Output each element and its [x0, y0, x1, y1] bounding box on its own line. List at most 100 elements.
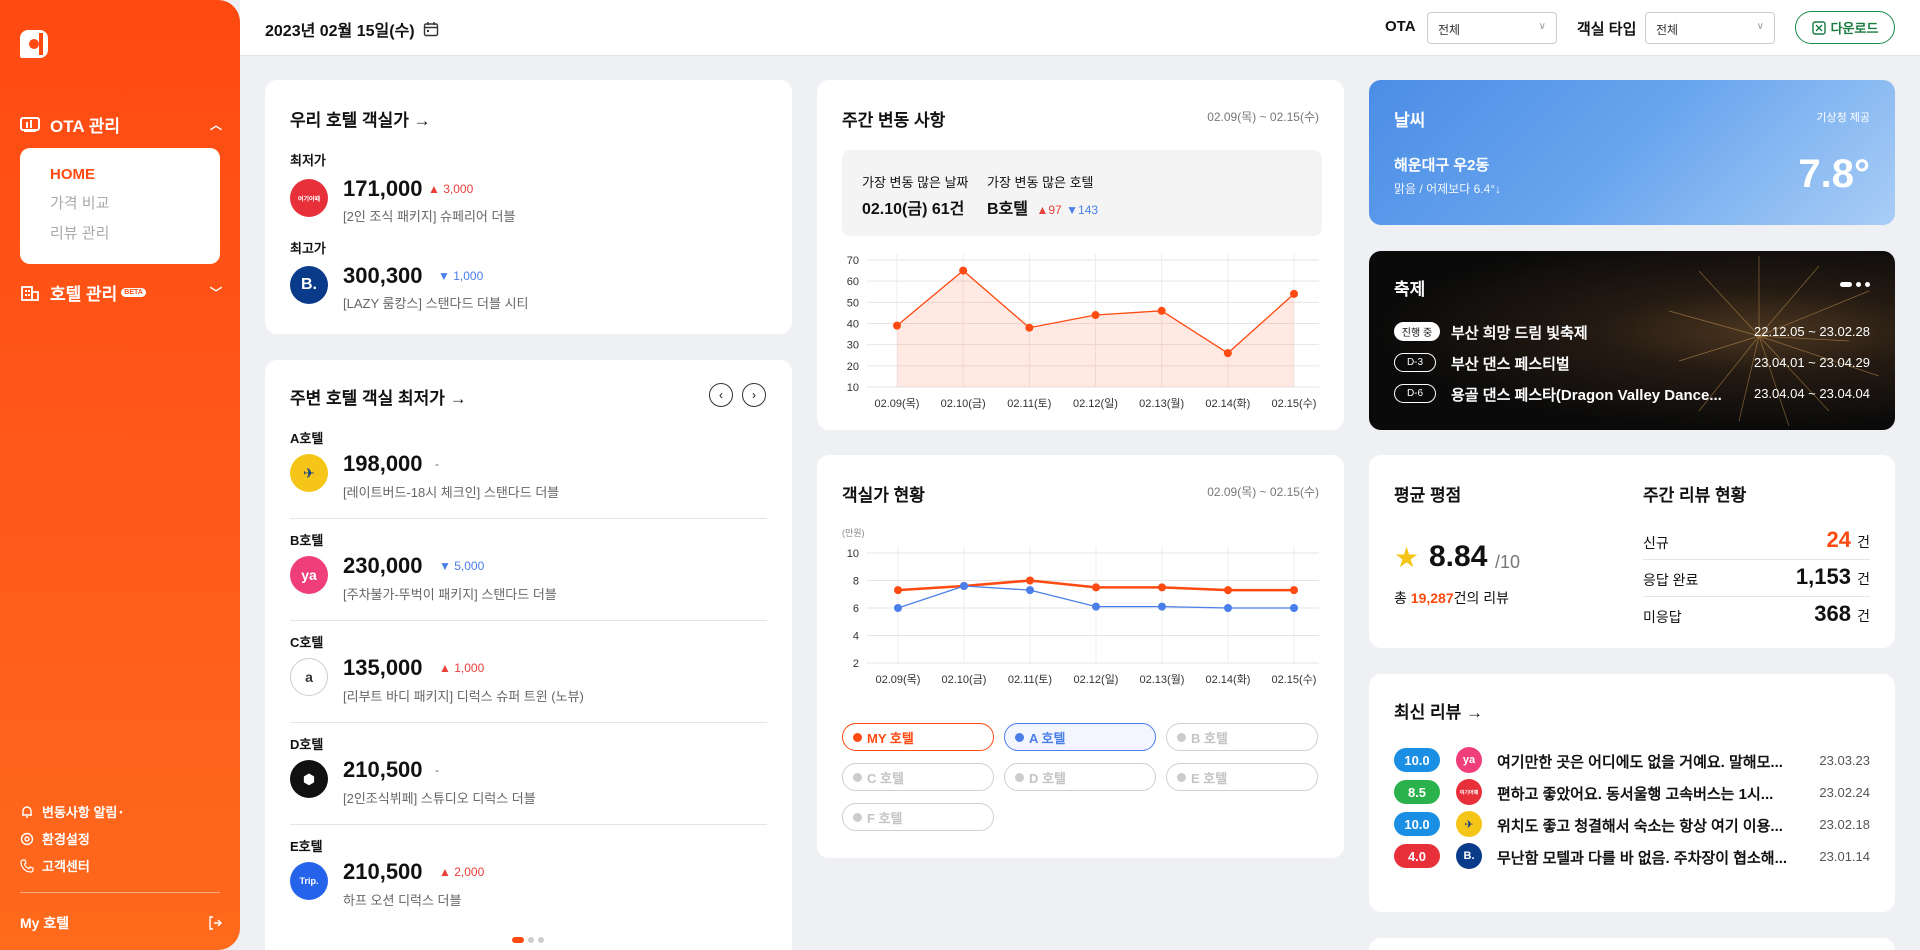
building-icon [21, 285, 39, 301]
festival-carousel-dots[interactable] [1840, 282, 1870, 287]
legend-chip[interactable]: MY 호텔 [842, 723, 994, 751]
x-tick-label: 02.15(수) [1272, 673, 1317, 686]
review-score-badge: 10.0 [1394, 812, 1440, 836]
beta-badge: BETA [121, 288, 146, 297]
logout-icon[interactable] [208, 916, 222, 930]
date-display[interactable]: 2023년 02월 15일(수) [265, 17, 439, 41]
menu-price-compare[interactable]: 가격 비교 [50, 192, 190, 213]
side-support[interactable]: 고객센터 [20, 856, 90, 875]
x-tick-label: 02.12(일) [1074, 672, 1119, 686]
brand-logo[interactable] [20, 30, 48, 58]
high-price-room: [LAZY 룸캉스] 스탠다드 더블 시티 [343, 296, 529, 311]
nearby-hotel-delta: ▼ 5,000 [439, 559, 485, 573]
weekly-review-title: 주간 리뷰 현황 [1643, 486, 1747, 505]
nearby-hotel-name: C호텔 [290, 635, 324, 650]
legend-chip[interactable]: F 호텔 [842, 803, 994, 831]
rating-score: 8.84 [1429, 540, 1488, 573]
legend-chip[interactable]: A 호텔 [1004, 723, 1156, 751]
festival-name[interactable]: 부산 희망 드림 빛축제 [1451, 322, 1721, 343]
review-stat-label: 신규 [1643, 535, 1669, 551]
x-tick-label: 02.13(월) [1140, 673, 1185, 686]
ota-logo-icon: ya [1456, 747, 1482, 773]
download-button[interactable]: 다운로드 [1795, 11, 1895, 44]
pagination-dots[interactable] [512, 937, 544, 943]
download-label: 다운로드 [1830, 21, 1879, 36]
y-tick-label: 10 [847, 382, 859, 394]
ota-logo-icon: ✈ [1456, 811, 1482, 837]
row-divider [290, 722, 767, 723]
rating-total: 총 19,287건의 리뷰 [1394, 590, 1510, 606]
latest-reviews-title[interactable]: 최신 리뷰 → [1394, 698, 1483, 723]
nearby-hotel-price: 210,500 [343, 859, 423, 884]
legend-dot [1015, 733, 1024, 742]
nearby-hotel-name: B호텔 [290, 533, 324, 548]
data-point [894, 586, 902, 595]
y-tick-label: 6 [853, 603, 859, 615]
data-point [1158, 602, 1166, 611]
data-point [959, 266, 968, 275]
nearby-hotel-delta: ▲ 2,000 [439, 865, 485, 879]
chevron-down-icon[interactable]: ﹀ [210, 284, 222, 301]
data-point [1026, 586, 1034, 595]
legend-chip[interactable]: D 호텔 [1004, 763, 1156, 791]
row-divider [290, 824, 767, 825]
festival-badge: 진행 중 [1394, 322, 1440, 341]
festival-name[interactable]: 용골 댄스 페스타(Dragon Valley Dance... [1451, 384, 1721, 405]
x-tick-label: 02.13(월) [1139, 397, 1184, 410]
next-arrow-icon[interactable]: › [742, 383, 766, 407]
review-score-badge: 8.5 [1394, 780, 1440, 804]
nearby-hotel-delta: - [435, 457, 439, 471]
review-text[interactable]: 여기만한 곳은 어디에도 없을 거예요. 말해모... [1497, 751, 1837, 772]
menu-home[interactable]: HOME [50, 166, 190, 183]
review-score-badge: 4.0 [1394, 844, 1440, 868]
y-tick-label: 8 [853, 576, 859, 588]
weekly-changes-card: 주간 변동 사항 02.09(목) ~ 02.15(수) 가장 변동 많은 날짜… [817, 80, 1344, 430]
weekly-title: 주간 변동 사항 [842, 111, 946, 130]
data-point [894, 604, 902, 612]
review-text[interactable]: 무난함 모텔과 다를 바 없음. 주차장이 협소해... [1497, 847, 1837, 868]
excel-icon [1811, 20, 1826, 35]
review-text[interactable]: 위치도 좋고 청결해서 숙소는 항상 여기 이용... [1497, 815, 1837, 836]
ota-select[interactable]: 전체 ∨ [1427, 12, 1557, 44]
nav-ota-management[interactable]: OTA 관리 ︿ [20, 112, 222, 137]
legend-chip[interactable]: E 호텔 [1166, 763, 1318, 791]
side-notifications[interactable]: 변동사항 알림 • [20, 802, 123, 821]
next-card-peek [1369, 938, 1895, 950]
review-stat-value: 1,153 건 [1795, 564, 1870, 589]
weather-location: 해운대구 우2동 [1394, 157, 1490, 174]
weather-card: 날씨 기상청 제공 해운대구 우2동 맑음 / 어제보다 6.4°↓ 7.8° [1369, 80, 1895, 225]
most-day-label: 가장 변동 많은 날짜 [862, 175, 969, 190]
menu-review-management[interactable]: 리뷰 관리 [50, 222, 190, 243]
legend-chip[interactable]: B 호텔 [1166, 723, 1318, 751]
data-point [1025, 323, 1034, 332]
high-price-value: 300,300 [343, 263, 423, 288]
low-price-label: 최저가 [290, 153, 326, 168]
phone-icon [20, 858, 34, 873]
festival-card: 축제 진행 중 부산 희망 드림 빛축제 22.12.05 ~ 23.02.28 D-… [1369, 251, 1895, 430]
bell-icon [22, 805, 32, 818]
data-point [1158, 583, 1166, 592]
room-price-title: 객실가 현황 [842, 486, 925, 505]
prev-arrow-icon[interactable]: ‹ [709, 383, 733, 407]
y-tick-label: 70 [847, 255, 859, 267]
festival-name[interactable]: 부산 댄스 페스티벌 [1451, 353, 1721, 374]
room-type-select[interactable]: 전체 ∨ [1645, 12, 1775, 44]
chevron-down-icon: ∨ [1538, 21, 1546, 32]
y-tick-label: 2 [853, 658, 859, 670]
my-hotel[interactable]: My 호텔 [20, 913, 222, 933]
calendar-icon[interactable] [423, 21, 439, 37]
chevron-up-icon[interactable]: ︿ [210, 116, 222, 133]
our-price-title[interactable]: 우리 호텔 객실가 → [290, 106, 431, 131]
weather-desc: 맑음 / 어제보다 6.4°↓ [1394, 182, 1502, 196]
review-text[interactable]: 편하고 좋았어요. 동서울행 고속버스는 1시... [1497, 783, 1837, 804]
legend-chip[interactable]: C 호텔 [842, 763, 994, 791]
nearby-hotel-price: 135,000 [343, 655, 423, 680]
legend-dot [1177, 773, 1186, 782]
data-point [1223, 349, 1232, 358]
side-settings[interactable]: 환경설정 [20, 829, 90, 848]
nav-hotel-management[interactable]: 호텔 관리 BETA ﹀ [20, 280, 222, 305]
high-price-label: 최고가 [290, 241, 326, 256]
x-tick-label: 02.11(토) [1008, 674, 1052, 686]
room-price-chart: 2 4 6 8 10 02.09(목) 02.10(금) 02.11(토) 02.12(일) 02… [847, 547, 1319, 686]
nearby-title[interactable]: 주변 호텔 객실 최저가 → [290, 384, 467, 409]
